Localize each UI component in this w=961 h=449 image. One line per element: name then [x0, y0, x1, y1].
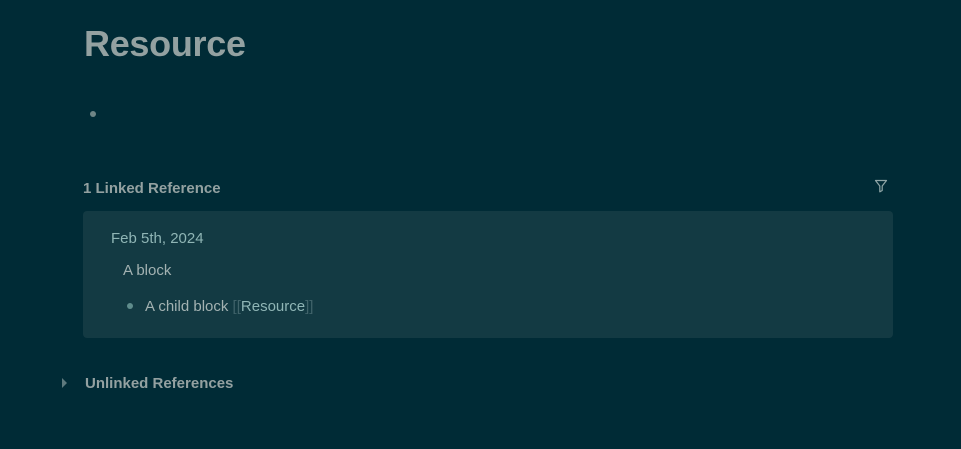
linked-references-header: 1 Linked Reference [83, 178, 893, 200]
page-title[interactable]: Resource [84, 22, 246, 66]
linked-references-title[interactable]: 1 Linked Reference [83, 180, 221, 197]
page-reference-link[interactable]: Resource [241, 298, 305, 315]
bullet-icon[interactable] [127, 303, 133, 309]
filter-icon[interactable] [873, 178, 889, 194]
page: Resource 1 Linked Reference Feb 5th, 202… [0, 0, 961, 449]
child-block-text: A child block [145, 297, 233, 315]
ref-bracket-open: [[ [232, 297, 241, 315]
bullet-icon[interactable] [90, 111, 96, 117]
linked-reference-panel: Feb 5th, 2024 A block A child block [[ R… [83, 211, 893, 338]
ref-bracket-close: ]] [305, 297, 314, 315]
reference-page-link[interactable]: Feb 5th, 2024 [111, 230, 204, 247]
unlinked-references-title: Unlinked References [85, 374, 234, 392]
caret-right-icon[interactable] [62, 378, 67, 388]
reference-block[interactable]: A block [123, 262, 171, 279]
unlinked-references-toggle[interactable]: Unlinked References [60, 372, 233, 394]
empty-block[interactable] [84, 104, 104, 124]
reference-child-block[interactable]: A child block [[ Resource ]] [123, 295, 313, 317]
